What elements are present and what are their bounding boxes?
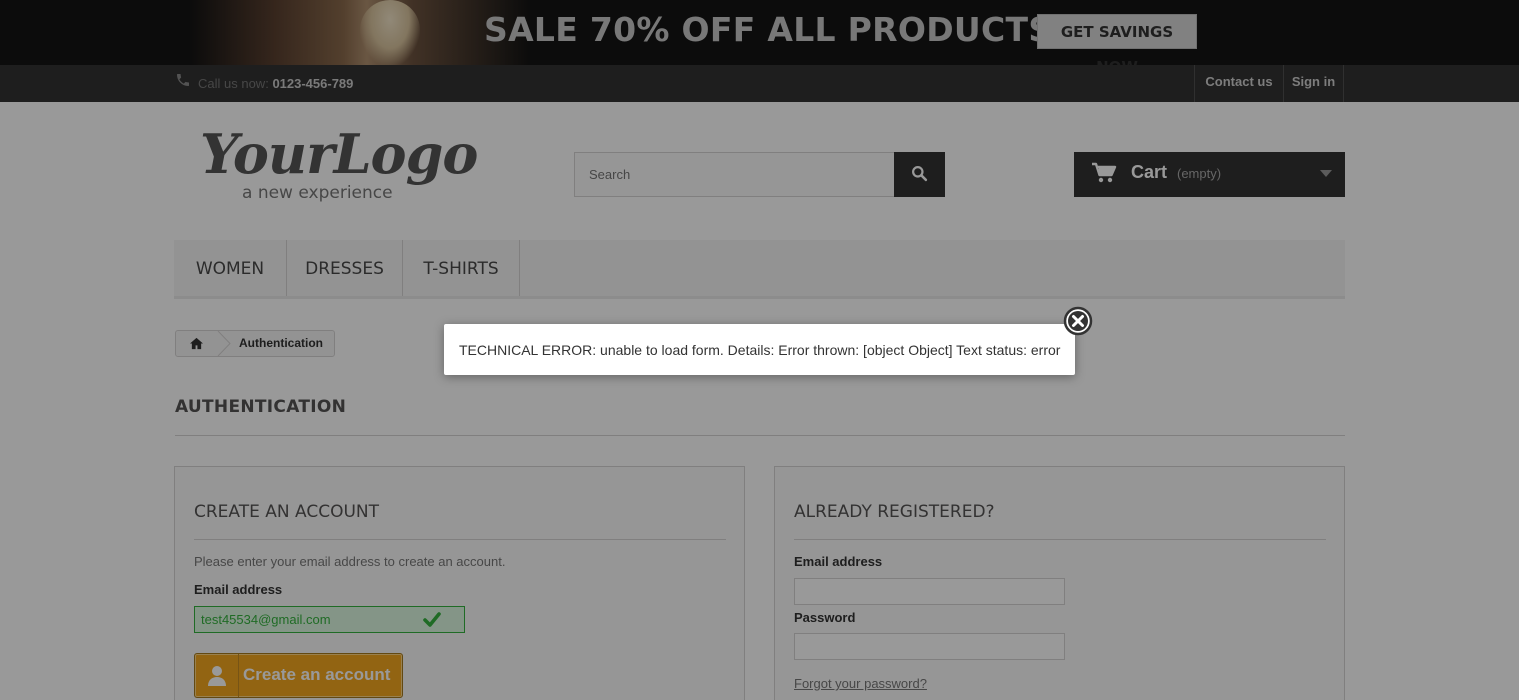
close-icon (1063, 306, 1093, 339)
error-modal: TECHNICAL ERROR: unable to load form. De… (444, 324, 1075, 375)
error-message: TECHNICAL ERROR: unable to load form. De… (459, 342, 1061, 358)
close-modal-button[interactable] (1063, 306, 1093, 336)
